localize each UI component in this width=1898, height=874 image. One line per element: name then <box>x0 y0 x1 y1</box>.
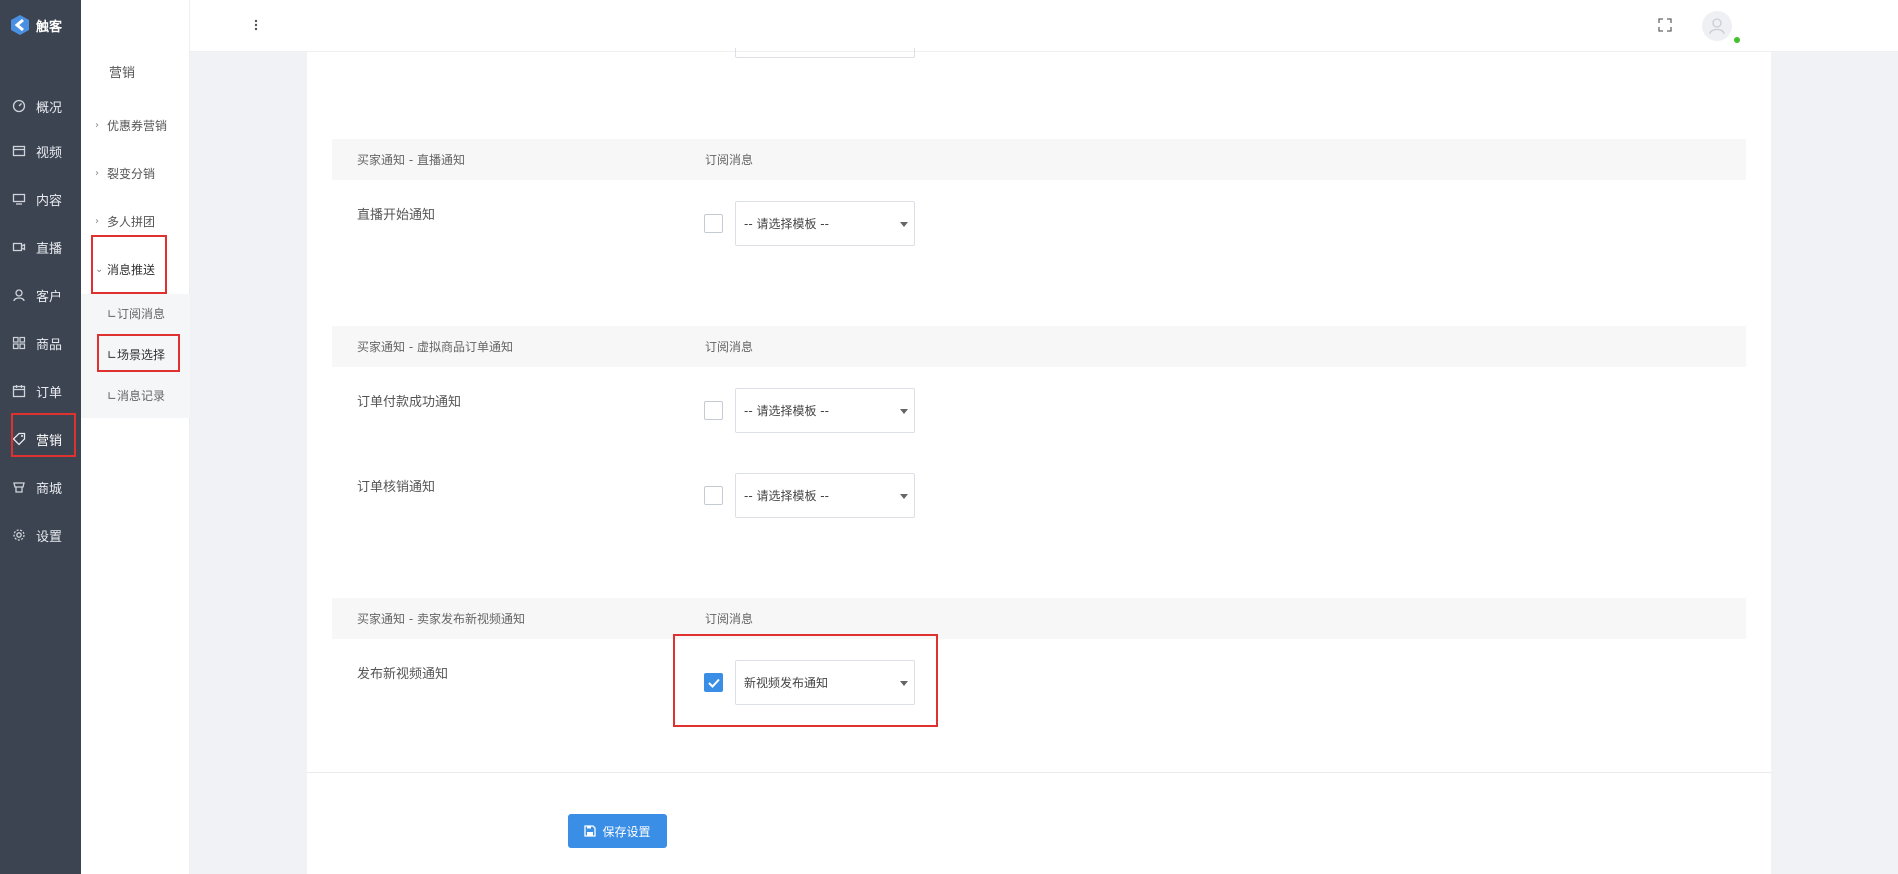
chevron-right-icon: › <box>95 215 99 227</box>
main-nav-rail: 触客 概况 视频 内容 直播 客户 商品 订单 营销 商城 设置 <box>0 0 81 874</box>
logo-icon <box>11 15 29 35</box>
nav-label: 商品 <box>36 337 63 353</box>
user-icon <box>13 289 25 302</box>
caret-down-icon <box>900 681 908 686</box>
enable-checkbox-checked[interactable] <box>704 673 723 692</box>
select-value: -- 请选择模板 -- <box>744 404 829 418</box>
caret-down-icon <box>900 222 908 227</box>
template-select-partial[interactable] <box>735 48 915 58</box>
fullscreen-icon[interactable] <box>1658 18 1672 32</box>
submenu-child-label: ∟消息记录 <box>107 388 166 403</box>
nav-label: 客户 <box>36 289 63 305</box>
submenu-item-label: 多人拼团 <box>107 214 156 229</box>
nav-label: 直播 <box>36 241 63 257</box>
notification-label: 发布新视频通知 <box>357 667 449 682</box>
nav-item-store[interactable]: 商城 <box>0 467 81 507</box>
notification-label: 订单核销通知 <box>357 480 436 495</box>
calendar-icon <box>12 385 26 398</box>
template-select[interactable]: 新视频发布通知 <box>735 660 915 705</box>
submenu-item-label: 消息推送 <box>107 262 156 277</box>
section-title: 买家通知 - 直播通知 <box>357 153 465 167</box>
chevron-right-icon: › <box>95 119 99 131</box>
submenu-title: 营销 <box>109 66 136 81</box>
nav-label: 商城 <box>36 481 63 497</box>
monitor-icon <box>12 193 26 205</box>
nav-item-overview[interactable]: 概况 <box>0 86 81 126</box>
submenu-child-label: ∟订阅消息 <box>107 306 166 321</box>
submenu-child-scene[interactable]: ∟场景选择 <box>107 340 165 368</box>
tag-icon <box>12 432 26 446</box>
nav-item-customer[interactable]: 客户 <box>0 275 81 315</box>
online-status-dot <box>1734 37 1740 43</box>
select-value: -- 请选择模板 -- <box>744 489 829 503</box>
nav-item-live[interactable]: 直播 <box>0 227 81 267</box>
nav-label: 订单 <box>36 385 63 401</box>
app-logo[interactable]: 触客 <box>0 0 81 50</box>
nav-item-order[interactable]: 订单 <box>0 371 81 411</box>
user-avatar-icon <box>1709 18 1725 35</box>
section-title: 买家通知 - 虚拟商品订单通知 <box>357 340 513 354</box>
select-value: -- 请选择模板 -- <box>744 217 829 231</box>
store-icon <box>13 482 25 493</box>
section-type: 订阅消息 <box>705 340 754 354</box>
save-icon <box>584 825 597 837</box>
video-icon <box>12 145 26 157</box>
grid-icon <box>12 336 26 350</box>
section-type: 订阅消息 <box>705 612 754 626</box>
submenu-item-coupon[interactable]: › 优惠券营销 <box>95 111 167 139</box>
enable-checkbox[interactable] <box>704 214 723 233</box>
camera-icon <box>12 242 26 252</box>
nav-item-marketing[interactable]: 营销 <box>0 419 81 459</box>
footer-divider <box>307 772 1771 773</box>
check-icon <box>707 678 720 688</box>
submenu-item-label: 优惠券营销 <box>107 118 168 133</box>
caret-down-icon <box>900 494 908 499</box>
app-name: 触客 <box>36 19 63 35</box>
save-settings-button[interactable]: 保存设置 <box>568 814 667 848</box>
caret-down-icon <box>900 409 908 414</box>
template-select[interactable]: -- 请选择模板 -- <box>735 388 915 433</box>
select-value: 新视频发布通知 <box>744 676 829 690</box>
template-select[interactable]: -- 请选择模板 -- <box>735 473 915 518</box>
nav-label: 概况 <box>36 100 63 116</box>
submenu-item-distribution[interactable]: › 裂变分销 <box>95 159 155 187</box>
top-header <box>190 0 1898 52</box>
notification-label: 订单付款成功通知 <box>357 395 462 410</box>
chevron-down-icon: ⌄ <box>95 263 104 275</box>
section-type: 订阅消息 <box>705 153 754 167</box>
nav-label: 视频 <box>36 145 63 161</box>
nav-item-content[interactable]: 内容 <box>0 179 81 219</box>
submenu-item-message-push[interactable]: ⌄ 消息推送 <box>95 255 155 283</box>
submenu-item-label: 裂变分销 <box>107 166 156 181</box>
submenu-item-group-buy[interactable]: › 多人拼团 <box>95 207 155 235</box>
more-vertical-icon[interactable] <box>254 18 258 32</box>
enable-checkbox[interactable] <box>704 486 723 505</box>
section-header: 买家通知 - 虚拟商品订单通知 订阅消息 <box>332 326 1746 367</box>
nav-item-product[interactable]: 商品 <box>0 323 81 363</box>
notification-label: 直播开始通知 <box>357 208 436 223</box>
chevron-right-icon: › <box>95 167 99 179</box>
submenu-child-label: ∟场景选择 <box>107 347 166 362</box>
nav-item-video[interactable]: 视频 <box>0 131 81 171</box>
nav-label: 营销 <box>36 433 63 449</box>
nav-item-settings[interactable]: 设置 <box>0 515 81 555</box>
marketing-submenu: 营销 › 优惠券营销 › 裂变分销 › 多人拼团 ⌄ 消息推送 ∟订阅消息 ∟场… <box>81 0 190 874</box>
nav-label: 内容 <box>36 193 63 209</box>
save-button-label: 保存设置 <box>602 824 651 839</box>
section-title: 买家通知 - 卖家发布新视频通知 <box>357 612 525 626</box>
avatar[interactable] <box>1702 11 1732 41</box>
gear-icon <box>13 529 25 541</box>
dashboard-icon <box>12 99 26 113</box>
section-header: 买家通知 - 直播通知 订阅消息 <box>332 139 1746 180</box>
scene-settings-panel: 买家通知 - 直播通知 订阅消息 直播开始通知 -- 请选择模板 -- 买家通知… <box>307 48 1771 874</box>
submenu-child-records[interactable]: ∟消息记录 <box>107 381 165 409</box>
enable-checkbox[interactable] <box>704 401 723 420</box>
template-select[interactable]: -- 请选择模板 -- <box>735 201 915 246</box>
nav-label: 设置 <box>36 529 63 545</box>
section-header: 买家通知 - 卖家发布新视频通知 订阅消息 <box>332 598 1746 639</box>
submenu-child-subscribe[interactable]: ∟订阅消息 <box>107 299 165 327</box>
